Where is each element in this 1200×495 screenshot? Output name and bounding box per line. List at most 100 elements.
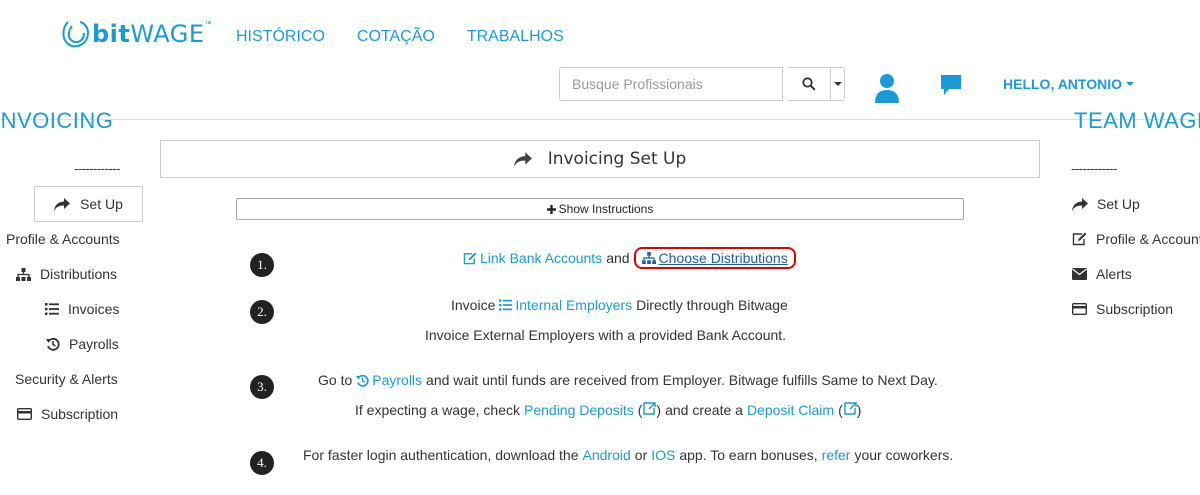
choose-distributions-highlight: Choose Distributions <box>633 247 796 269</box>
sidebar-item-payrolls[interactable]: Payrolls <box>46 336 119 352</box>
sitemap-icon <box>16 267 31 281</box>
sidebar-item-label: Subscription <box>41 406 119 422</box>
external-link-icon[interactable] <box>843 402 857 415</box>
plus-icon <box>546 204 556 214</box>
step-2-line-2: Invoice External Employers with a provid… <box>425 327 787 343</box>
caret-down-icon <box>1126 82 1134 86</box>
sidebar-item-subscription[interactable]: Subscription <box>17 406 118 422</box>
sidebar-item-profile-accounts[interactable]: Profile & Accounts <box>6 231 120 247</box>
bitwage-logo-icon <box>62 21 90 48</box>
text: Go to <box>318 372 353 388</box>
step-number: 4. <box>250 451 274 475</box>
step-number: 3. <box>250 375 274 399</box>
header-divider <box>0 119 1200 120</box>
sidebar-item-label: Profile & Accounts <box>1096 231 1200 247</box>
edit-icon <box>1072 232 1087 246</box>
list-icon <box>499 299 513 311</box>
step-number: 2. <box>250 300 274 324</box>
link-bank-accounts-link[interactable]: Link Bank Accounts <box>463 250 602 266</box>
sidebar-item-invoices[interactable]: Invoices <box>45 301 119 317</box>
pending-deposits-link[interactable]: Pending Deposits <box>524 402 634 418</box>
sidebar-item-label: Subscription <box>1096 301 1174 317</box>
share-arrow-icon <box>513 151 532 167</box>
sidebar-item-label: Security & Alerts <box>15 371 118 387</box>
button-label: Show Instructions <box>558 202 654 216</box>
credit-card-icon <box>17 408 32 420</box>
team-sidebar-item-setup[interactable]: Set Up <box>1072 196 1140 212</box>
step-3-line-1: Go to Payrolls and wait until funds are … <box>318 372 938 388</box>
text: app. To earn bonuses, <box>679 447 818 463</box>
history-icon <box>46 337 60 351</box>
sidebar-item-label: Set Up <box>1097 196 1140 212</box>
text: Invoice <box>451 297 496 313</box>
sidebar-item-label: Set Up <box>80 196 123 212</box>
top-nav: HISTÓRICO COTAÇÃO TRABALHOS <box>236 28 564 46</box>
left-sidebar-title: INVOICING <box>0 108 114 133</box>
right-sidebar-title: TEAM WAGE <box>1074 108 1200 133</box>
sidebar-item-label: Alerts <box>1096 266 1132 282</box>
user-greeting: HELLO, ANTONIO <box>1003 76 1122 92</box>
bitwage-logo[interactable]: bitWAGE ™ <box>60 18 212 50</box>
chevron-down-icon <box>833 82 842 86</box>
choose-distributions-link[interactable]: Choose Distributions <box>659 250 788 266</box>
team-sidebar-item-alerts[interactable]: Alerts <box>1072 266 1132 282</box>
android-link[interactable]: Android <box>583 447 631 463</box>
internal-employers-link[interactable]: Internal Employers <box>499 297 632 313</box>
text: or <box>634 447 648 463</box>
search-button[interactable] <box>787 67 831 101</box>
edit-icon <box>463 251 477 264</box>
search-input[interactable] <box>559 67 783 101</box>
step-2-line-1: Invoice Internal Employers Directly thro… <box>451 297 788 313</box>
team-sidebar-item-profile-accounts[interactable]: Profile & Accounts <box>1072 231 1200 247</box>
sidebar-item-security-alerts[interactable]: Security & Alerts <box>15 371 118 387</box>
text: Directly through Bitwage <box>636 297 788 313</box>
nav-cotacao[interactable]: COTAÇÃO <box>357 28 435 46</box>
credit-card-icon <box>1072 303 1087 315</box>
step-3-line-2: If expecting a wage, check Pending Depos… <box>355 402 861 418</box>
sidebar-item-label: Invoices <box>68 301 120 317</box>
sitemap-icon <box>641 252 656 264</box>
logo-trademark: ™ <box>204 20 212 28</box>
user-menu[interactable]: HELLO, ANTONIO <box>1003 76 1134 92</box>
text: and wait until funds are received from E… <box>426 372 938 388</box>
text: your coworkers. <box>854 447 954 463</box>
history-icon <box>356 374 369 387</box>
text: For faster login authentication, downloa… <box>303 447 579 463</box>
share-arrow-icon <box>54 197 71 211</box>
external-link-wrapper: () <box>637 402 662 418</box>
text: and create a <box>665 402 743 418</box>
ios-link[interactable]: IOS <box>651 447 675 463</box>
external-link-icon[interactable] <box>642 402 657 415</box>
invoicing-setup-header: Invoicing Set Up <box>160 140 1040 178</box>
link-label: Link Bank Accounts <box>480 250 603 266</box>
nav-historico[interactable]: HISTÓRICO <box>236 28 325 46</box>
right-sidebar-divider: ------------ <box>1071 161 1117 176</box>
list-icon <box>45 303 59 315</box>
user-icon[interactable] <box>874 73 900 108</box>
sidebar-item-distributions[interactable]: Distributions <box>16 266 117 282</box>
search-group <box>559 67 845 101</box>
envelope-icon <box>1072 268 1087 280</box>
left-sidebar-divider: ------------ <box>74 161 120 176</box>
link-label: Payrolls <box>372 372 423 388</box>
step-4-line: For faster login authentication, downloa… <box>303 447 953 463</box>
payrolls-link[interactable]: Payrolls <box>356 372 422 388</box>
connector-text: and <box>606 250 630 266</box>
share-arrow-icon <box>1072 197 1088 211</box>
sidebar-item-setup[interactable]: Set Up <box>34 186 143 222</box>
nav-trabalhos[interactable]: TRABALHOS <box>467 28 564 46</box>
deposit-claim-link[interactable]: Deposit Claim <box>747 402 834 418</box>
refer-link[interactable]: refer <box>822 447 851 463</box>
logo-text: bitWAGE <box>92 20 205 48</box>
search-icon <box>801 77 816 91</box>
chat-icon[interactable] <box>940 74 962 101</box>
sidebar-item-label: Profile & Accounts <box>6 231 120 247</box>
link-label: Internal Employers <box>515 297 633 313</box>
external-link-wrapper: () <box>838 402 862 418</box>
page-title: Invoicing Set Up <box>547 149 687 169</box>
step-1-line: Link Bank Accounts and Choose Distributi… <box>463 247 796 269</box>
search-dropdown-toggle[interactable] <box>831 67 845 101</box>
show-instructions-button[interactable]: Show Instructions <box>236 198 964 220</box>
step-number: 1. <box>250 253 274 277</box>
team-sidebar-item-subscription[interactable]: Subscription <box>1072 301 1173 317</box>
